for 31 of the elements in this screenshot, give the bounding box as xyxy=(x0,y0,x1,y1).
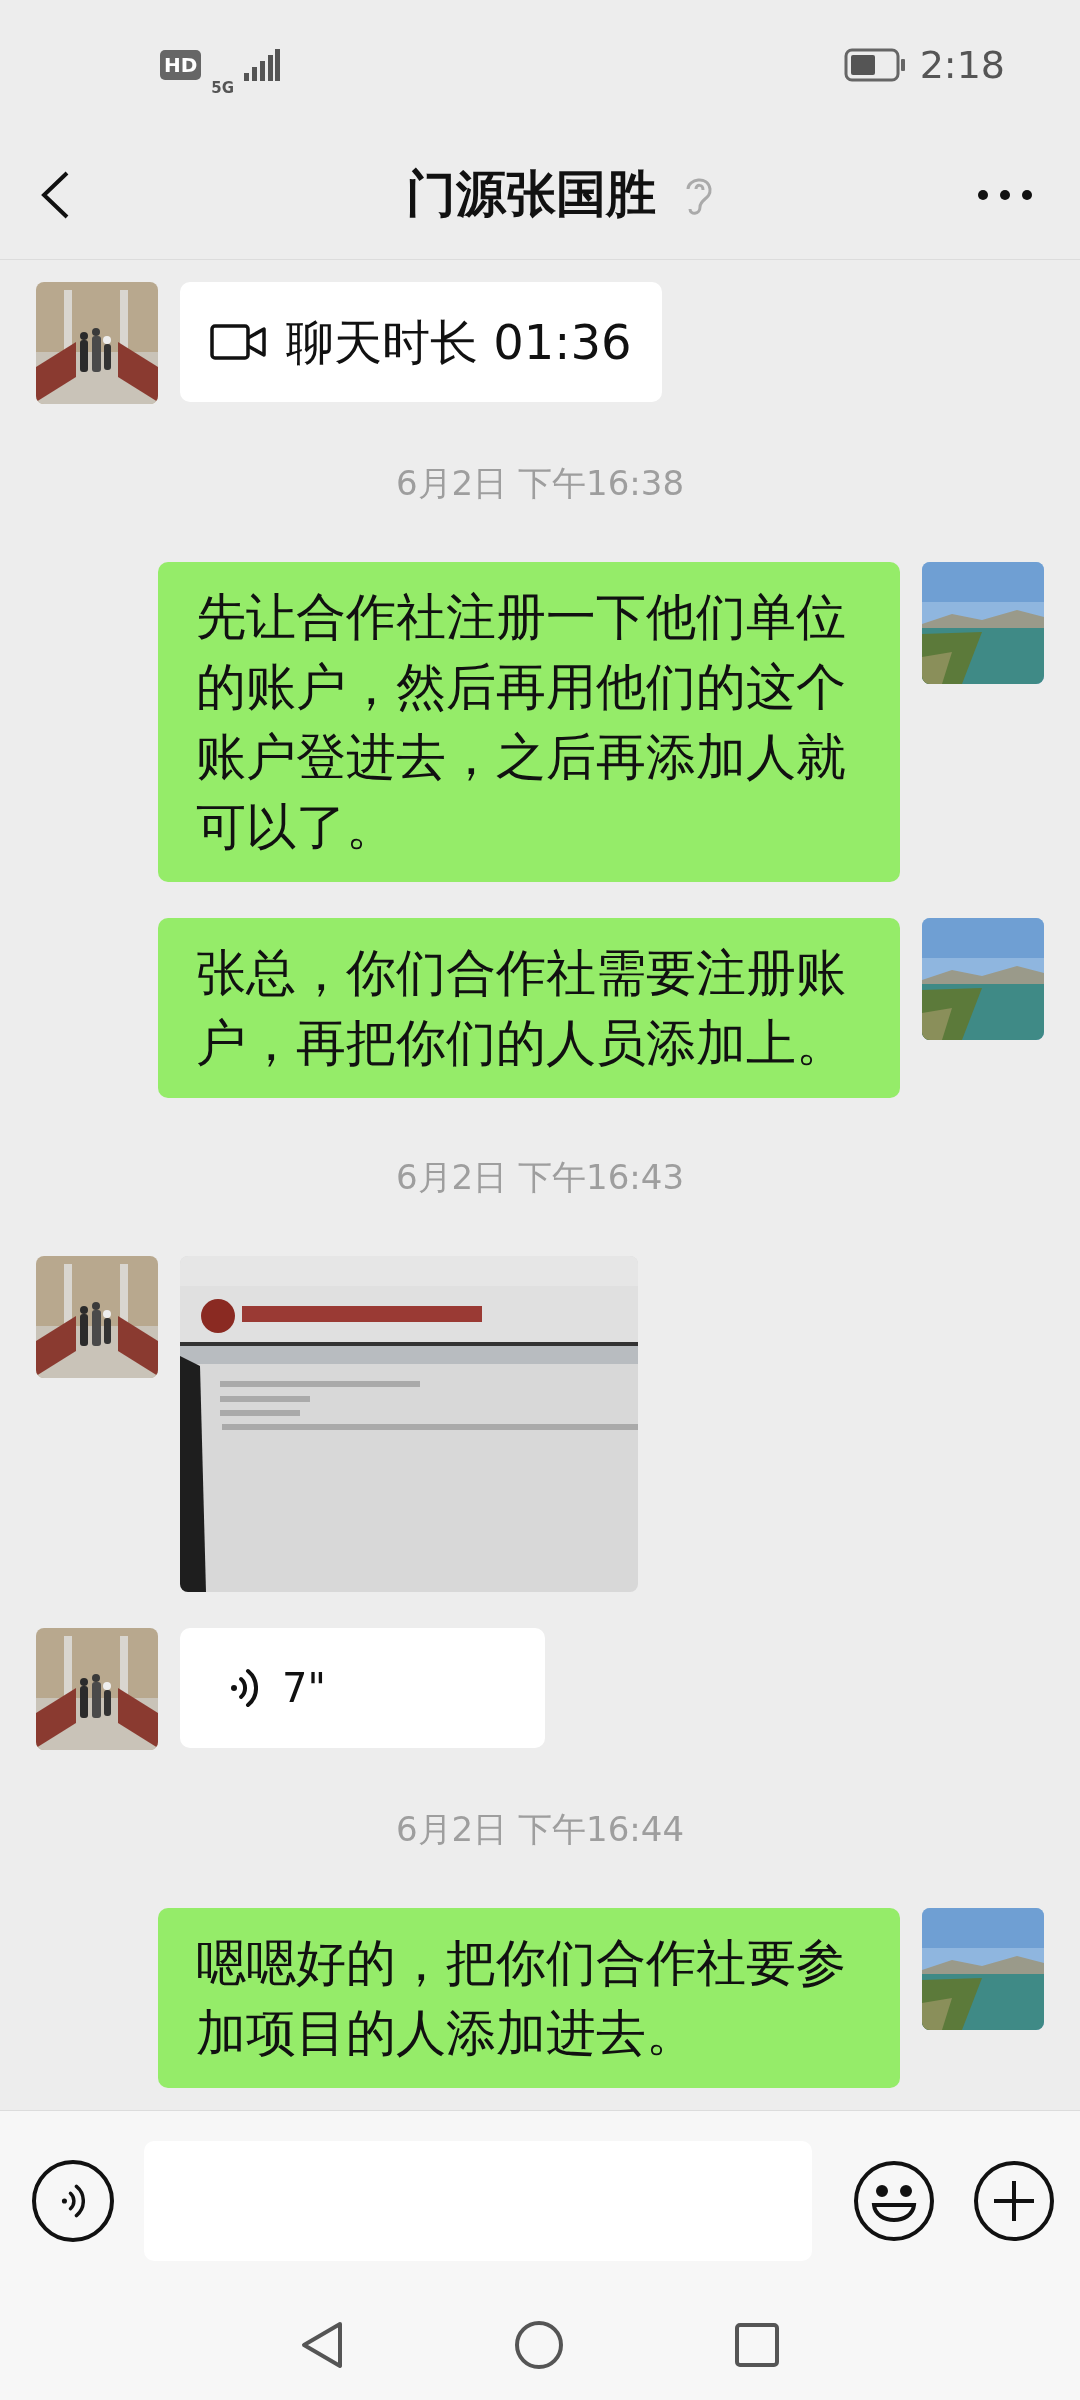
call-bubble[interactable]: 聊天时长 01:36 xyxy=(180,282,662,402)
message-bubble: 先让合作社注册一下他们单位的账户，然后再用他们的这个账户登进去，之后再添加人就可以了。 xyxy=(158,562,900,882)
hd-badge: HD xyxy=(160,50,202,80)
add-button[interactable] xyxy=(972,2158,1056,2243)
timestamp: 6月2日 下午16:44 xyxy=(395,1808,685,1851)
back-nav-button[interactable] xyxy=(300,2320,344,2370)
voice-wave-icon xyxy=(230,1666,258,1710)
network-type: 5G xyxy=(211,77,235,99)
clock-time: 2:18 xyxy=(919,41,1005,89)
signal-icon xyxy=(244,49,281,81)
emoji-button[interactable] xyxy=(852,2158,936,2243)
voice-message[interactable]: 7" xyxy=(180,1628,545,1748)
message-bubble: 嗯嗯好的，把你们合作社要参加项目的人添加进去。 xyxy=(158,1908,900,2088)
voice-input-button[interactable] xyxy=(32,2159,114,2242)
back-icon xyxy=(40,169,70,220)
triangle-back-icon xyxy=(300,2320,344,2370)
message-bubble: 张总，你们合作社需要注册账户，再把你们的人员添加上。 xyxy=(158,918,900,1098)
circle-home-icon xyxy=(514,2320,564,2370)
timestamp: 6月2日 下午16:38 xyxy=(395,462,685,505)
video-camera-icon xyxy=(210,324,266,360)
square-recents-icon xyxy=(734,2322,780,2368)
voice-duration: 7" xyxy=(282,1664,326,1713)
recents-nav-button[interactable] xyxy=(734,2322,780,2368)
plus-icon xyxy=(972,2158,1056,2243)
battery-icon xyxy=(843,48,906,82)
timestamp: 6月2日 下午16:43 xyxy=(395,1156,685,1199)
smiley-icon xyxy=(852,2158,936,2243)
chat-title: 门源张国胜 xyxy=(406,164,656,225)
call-duration: 聊天时长 01:36 xyxy=(286,313,632,372)
home-nav-button[interactable] xyxy=(514,2320,564,2370)
more-icon xyxy=(977,188,1033,201)
